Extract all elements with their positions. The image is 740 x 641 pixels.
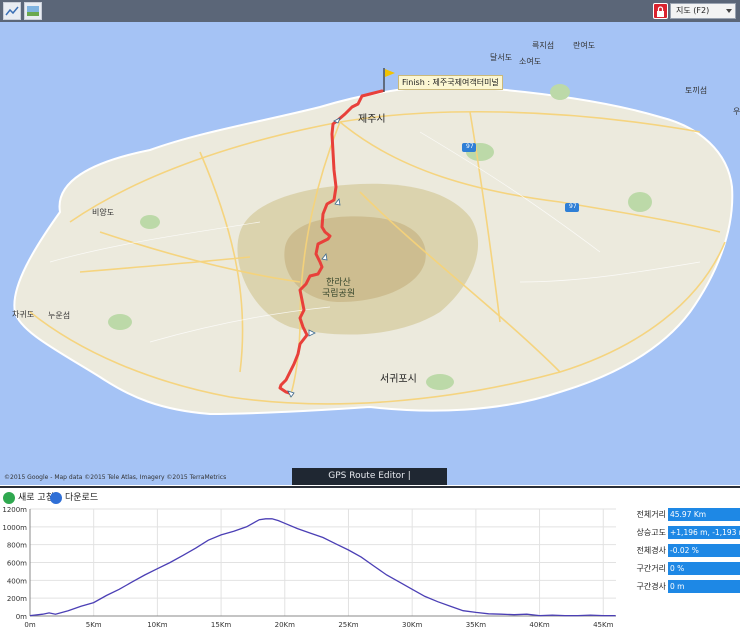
- stat-label: 구간경사: [636, 582, 666, 591]
- y-tick-label: 0m: [16, 613, 27, 621]
- x-tick-label: 10Km: [147, 621, 167, 629]
- map-label-u: 우: [733, 107, 740, 116]
- x-tick-label: 15Km: [211, 621, 231, 629]
- map-type-select-value: 지도 (F2): [676, 6, 710, 15]
- map-label-tokkiseom: 토끼섬: [685, 86, 708, 95]
- globe-icon: [50, 492, 62, 504]
- stat-row: 전체거리 45.97 Km: [620, 508, 740, 521]
- x-tick-label: 5Km: [86, 621, 102, 629]
- stat-value: 45.97 Km: [668, 508, 740, 521]
- x-tick-label: 35Km: [466, 621, 486, 629]
- y-tick-label: 600m: [7, 560, 27, 568]
- chart-icon[interactable]: [3, 2, 21, 20]
- elevation-chart[interactable]: 0m 200m 400m 600m 800m 1000m 1200m 0m 5Km 10Km 15K…: [0, 506, 620, 639]
- refresh-label: 새로 고침: [18, 493, 54, 503]
- map-image-icon[interactable]: [24, 2, 42, 20]
- map-label-soyeodo: 소여도: [519, 57, 542, 66]
- map-label-seogwiposi: 서귀포시: [380, 374, 417, 385]
- map-label-national-park: 국립공원: [322, 289, 356, 299]
- map-label-ranyeodo: 란여도: [573, 41, 596, 50]
- refresh-icon: [3, 492, 15, 504]
- stat-label: 전체경사: [636, 546, 666, 555]
- x-tick-label: 0m: [24, 621, 35, 629]
- y-tick-label: 1200m: [2, 506, 27, 514]
- chevron-down-icon: [726, 9, 732, 13]
- refresh-button[interactable]: 새로 고침: [3, 491, 54, 506]
- y-tick-label: 400m: [7, 577, 27, 585]
- stat-row: 구간경사 0 m: [620, 580, 740, 593]
- x-tick-label: 45Km: [593, 621, 613, 629]
- x-tick-label: 20Km: [275, 621, 295, 629]
- app-banner: GPS Route Editor | www.gpsnote.net: [292, 468, 447, 485]
- map-label-biyangdo: 비양도: [92, 208, 115, 217]
- elevation-panel: 새로 고침 다운로드 0m 200m 400m 600m 800m 1000m 1200m 0…: [0, 486, 740, 641]
- lock-icon[interactable]: [653, 3, 668, 19]
- top-toolbar: [0, 0, 740, 23]
- finish-flag-icon: [383, 68, 395, 92]
- stat-row: 전체경사 -0.02 %: [620, 544, 740, 557]
- stat-label: 구간거리: [636, 564, 666, 573]
- map-label-dalseodo: 달서도: [490, 53, 513, 62]
- map-label-chagwido: 차귀도: [12, 310, 35, 319]
- map-type-select[interactable]: 지도 (F2): [670, 3, 736, 19]
- stat-value: 0 m: [668, 580, 740, 593]
- x-tick-label: 25Km: [338, 621, 358, 629]
- stat-label: 전체거리: [636, 510, 666, 519]
- map-view[interactable]: 달서도 륵지섬 란여도 소여도 토끼섬 우 제주시 비양도 차귀도 누운섬 한라…: [0, 22, 740, 485]
- x-tick-label: 40Km: [529, 621, 549, 629]
- map-canvas: [13, 68, 734, 416]
- y-tick-label: 800m: [7, 542, 27, 550]
- download-label: 다운로드: [65, 493, 99, 503]
- stat-value: -0.02 %: [668, 544, 740, 557]
- stat-label: 상승고도: [636, 528, 666, 537]
- stat-row: 상승고도 +1,196 m, -1,193 m: [620, 526, 740, 539]
- route-97-shield: 97: [466, 143, 474, 150]
- stat-row: 구간거리 0 %: [620, 562, 740, 575]
- stat-value: +1,196 m, -1,193 m: [668, 526, 740, 539]
- stat-value: 0 %: [668, 562, 740, 575]
- map-label-sugeunjiseom: 륵지섬: [532, 41, 555, 50]
- map-copyright: ©2015 Google - Map data ©2015 Tele Atlas…: [4, 474, 227, 481]
- map-label-jejusi: 제주시: [358, 114, 386, 125]
- y-tick-label: 1000m: [2, 524, 27, 532]
- y-tick-label: 200m: [7, 595, 27, 603]
- map-label-nunseom: 누운섬: [48, 311, 71, 320]
- route-97-shield: 97: [569, 203, 577, 210]
- x-tick-label: 30Km: [402, 621, 422, 629]
- finish-label: Finish : 제주국제여객터미널: [398, 75, 503, 90]
- elevation-line: [29, 518, 616, 617]
- download-button[interactable]: 다운로드: [50, 491, 98, 506]
